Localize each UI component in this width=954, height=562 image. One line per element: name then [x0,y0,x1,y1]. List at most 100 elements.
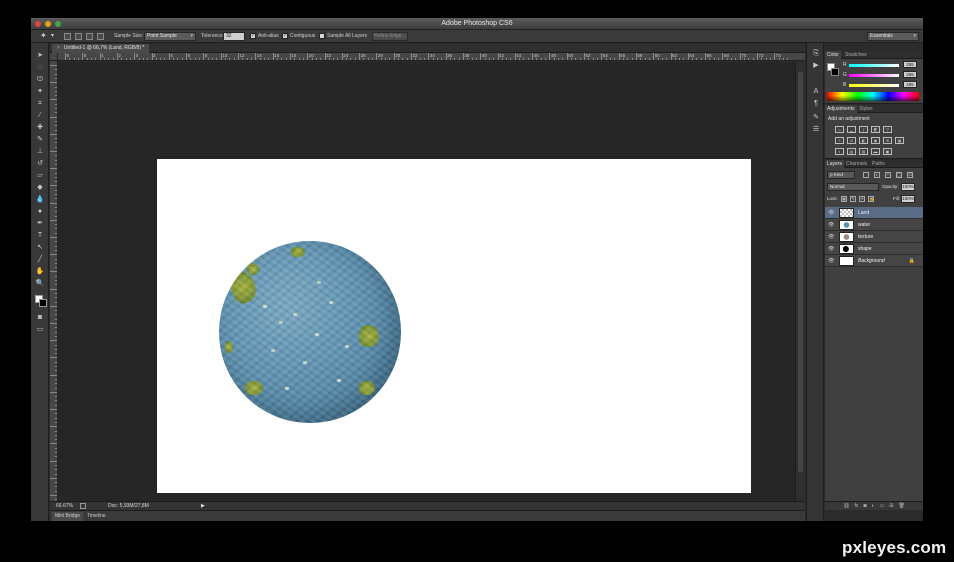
properties-panel-icon[interactable]: ☰ [811,125,821,135]
new-layer-icon[interactable]: ⊞ [889,503,893,509]
background-color-swatch[interactable] [831,68,839,76]
tab-adjustments[interactable]: Adjustments [825,105,857,113]
history-brush-tool-icon[interactable]: ↺ [35,159,45,169]
fill-input[interactable]: 100% [901,195,915,203]
tab-mini-bridge[interactable]: Mini Bridge [52,512,84,521]
layer-row-shape[interactable]: 👁 shape [825,243,923,255]
new-group-icon[interactable]: ▭ [880,503,885,509]
invert-icon[interactable]: ◐ [835,148,844,155]
exposure-icon[interactable]: ◩ [871,126,880,133]
clone-stamp-tool-icon[interactable]: ⊥ [35,147,45,157]
zoom-level[interactable]: 66.67% [56,503,73,509]
green-slider[interactable] [849,74,899,77]
lock-image-icon[interactable]: ✎ [850,196,856,202]
add-mask-icon[interactable]: ◙ [863,503,866,509]
delete-layer-icon[interactable]: 🗑 [898,503,904,509]
character-panel-icon[interactable]: A [811,87,821,97]
vertical-scrollbar[interactable] [795,62,805,501]
contiguous-checkbox[interactable]: ✓ [282,33,288,39]
vertical-ruler[interactable] [50,61,58,501]
magic-wand-tool-icon[interactable]: ✦ [35,87,45,97]
posterize-icon[interactable]: ▤ [847,148,856,155]
threshold-icon[interactable]: ▨ [859,148,868,155]
green-value[interactable]: 255 [903,71,917,78]
selective-color-icon[interactable]: ▣ [883,148,892,155]
quick-mask-icon[interactable]: ◙ [35,313,45,323]
lock-all-icon[interactable]: 🔒 [868,196,874,202]
paint-bucket-tool-icon[interactable]: ◆ [35,183,45,193]
opacity-input[interactable]: 100% [901,183,915,191]
close-tab-icon[interactable]: × [57,45,60,51]
paragraph-panel-icon[interactable]: ¶ [811,99,821,109]
sample-size-dropdown[interactable]: Point Sample ▾ [144,32,196,41]
move-tool-icon[interactable]: ➤ [35,51,45,61]
sample-all-layers-checkbox[interactable] [319,33,325,39]
blue-value[interactable]: 255 [903,81,917,88]
visibility-eye-icon[interactable]: 👁 [828,210,834,216]
lasso-tool-icon[interactable]: ᘎ [35,75,45,85]
visibility-eye-icon[interactable]: 👁 [828,222,834,228]
blend-mode-dropdown[interactable]: Normal [827,183,879,191]
zoom-tool-icon[interactable]: 🔍 [35,279,45,289]
filter-pixel-icon[interactable] [863,172,869,178]
color-balance-icon[interactable]: ⚖ [847,137,856,144]
red-slider[interactable] [849,64,899,67]
layer-style-icon[interactable]: fx [855,503,859,509]
background-color-swatch[interactable] [39,299,47,307]
hand-tool-icon[interactable]: ✋ [35,267,45,277]
line-tool-icon[interactable]: ╱ [35,255,45,265]
new-adjustment-layer-icon[interactable]: ◐ [871,503,874,509]
blur-tool-icon[interactable]: 💧 [35,195,45,205]
refine-edge-button[interactable]: Refine Edge... [372,32,408,41]
layer-row-texture[interactable]: 👁 texture [825,231,923,243]
filter-shape-icon[interactable]: ▢ [896,172,902,178]
tolerance-input[interactable]: 32 [223,32,245,41]
document-tab[interactable]: × Untitled-1 @ 66,7% (Land, RGB/8) * [52,44,150,53]
add-to-selection-icon[interactable] [75,33,82,40]
subtract-from-selection-icon[interactable] [86,33,93,40]
filter-adjustment-icon[interactable]: ◐ [874,172,880,178]
visibility-eye-icon[interactable]: 👁 [828,258,834,264]
layer-kind-filter[interactable]: ρ Kind [827,171,855,179]
screen-mode-icon[interactable]: ▭ [35,325,45,335]
intersect-selection-icon[interactable] [97,33,104,40]
visibility-eye-icon[interactable]: 👁 [828,246,834,252]
layer-row-background[interactable]: 👁 Background 🔒 [825,255,923,267]
document-info-icon[interactable] [80,503,86,509]
brightness-contrast-icon[interactable]: ☼ [835,126,844,133]
vibrance-icon[interactable]: ▽ [883,126,892,133]
tab-timeline[interactable]: Timeline [84,512,109,521]
type-tool-icon[interactable]: T [35,231,45,241]
tab-swatches[interactable]: Swatches [843,51,869,59]
lock-position-icon[interactable]: ✛ [859,196,865,202]
eyedropper-tool-icon[interactable]: ⁄ [35,111,45,121]
canvas-area[interactable] [59,62,805,501]
ruler-corner[interactable] [50,53,58,61]
brush-panel-icon[interactable]: ✎ [811,113,821,123]
hue-saturation-icon[interactable]: ≡ [835,137,844,144]
tab-styles[interactable]: Styles [857,105,875,113]
blue-slider[interactable] [849,84,899,87]
tab-channels[interactable]: Channels [844,160,869,168]
filter-smart-object-icon[interactable]: ⊡ [907,172,913,178]
link-layers-icon[interactable]: ⛓ [843,503,849,509]
anti-alias-checkbox[interactable]: ✓ [250,33,256,39]
dodge-tool-icon[interactable]: ● [35,207,45,217]
crop-tool-icon[interactable]: ⌗ [35,99,45,109]
curves-icon[interactable]: ∫ [859,126,868,133]
healing-brush-tool-icon[interactable]: ✚ [35,123,45,133]
red-value[interactable]: 255 [903,61,917,68]
channel-mixer-icon[interactable]: ⊕ [883,137,892,144]
actions-panel-icon[interactable]: ▶ [811,61,821,71]
eraser-tool-icon[interactable]: ▱ [35,171,45,181]
gradient-map-icon[interactable]: ▬ [871,148,880,155]
new-selection-icon[interactable] [64,33,71,40]
path-selection-tool-icon[interactable]: ↖ [35,243,45,253]
status-menu-icon[interactable]: ▶ [201,503,205,509]
magic-wand-tool-preset-icon[interactable]: ✦ [40,31,47,40]
history-panel-icon[interactable]: ⎘ [811,49,821,59]
photo-filter-icon[interactable]: ◉ [871,137,880,144]
document-canvas[interactable] [157,159,751,493]
layer-row-water[interactable]: 👁 water [825,219,923,231]
scroll-thumb[interactable] [798,72,803,472]
